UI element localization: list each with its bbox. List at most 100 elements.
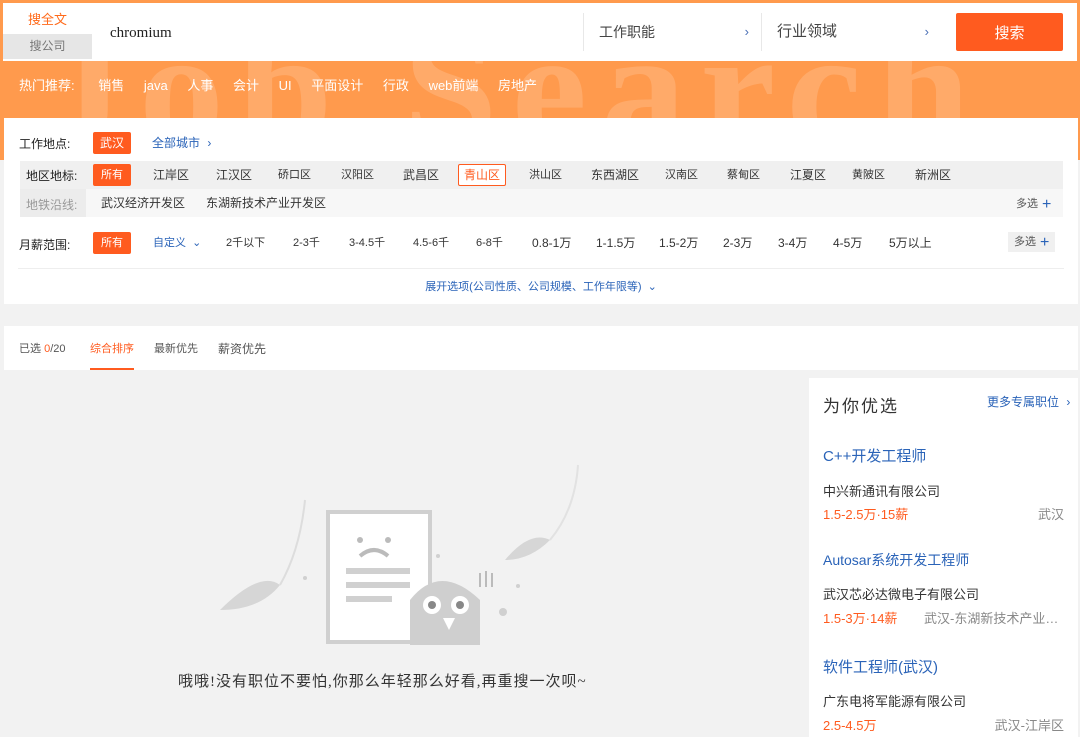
all-cities-label: 全部城市: [152, 136, 201, 150]
job-salary: 1.5-3万·14薪: [823, 611, 898, 626]
job-location: 武汉-东湖新技术产业开发区: [924, 611, 1064, 626]
leaf-left-icon: [220, 580, 280, 610]
sort-salary-tab[interactable]: 薪资优先: [218, 340, 266, 357]
salary-custom-label: 自定义: [153, 237, 186, 249]
divider: [18, 268, 1064, 269]
subway-option[interactable]: 东湖新技术产业开发区: [206, 192, 326, 214]
all-cities-link[interactable]: 全部城市 ›: [152, 132, 211, 154]
district-option[interactable]: 江岸区: [153, 164, 189, 186]
salary-multi-select-button[interactable]: 多选 +: [1008, 232, 1056, 252]
salary-option[interactable]: 1-1.5万: [596, 232, 635, 254]
hot-item[interactable]: java: [144, 78, 168, 93]
hot-recommendations: 热门推荐: 销售 java 人事 会计 UI 平面设计 行政 web前端 房地产: [19, 75, 553, 95]
job-title-link[interactable]: 软件工程师(武汉): [823, 656, 938, 677]
plus-icon: +: [1040, 234, 1050, 251]
job-title-link[interactable]: C++开发工程师: [823, 445, 926, 466]
multi-select-label: 多选: [1014, 236, 1036, 248]
salary-option[interactable]: 1.5-2万: [659, 232, 698, 254]
chevron-right-icon: ›: [1066, 395, 1071, 409]
salary-option[interactable]: 2-3万: [723, 232, 752, 254]
salary-label: 月薪范围:: [19, 238, 71, 252]
expand-options-label: 展开选项(公司性质、公司规模、工作年限等): [425, 281, 642, 293]
selected-count: 已选 0/20: [19, 340, 65, 356]
sort-newest-tab[interactable]: 最新优先: [154, 340, 198, 356]
subway-option[interactable]: 武汉经济开发区: [101, 192, 185, 214]
district-multi-select-button[interactable]: 多选 +: [1010, 194, 1057, 214]
job-salary: 1.5-2.5万·15薪: [823, 507, 909, 522]
job-location: 武汉: [1037, 507, 1064, 522]
hot-label: 热门推荐:: [19, 78, 75, 93]
hot-item[interactable]: 会计: [233, 78, 259, 93]
district-option[interactable]: 东西湖区: [591, 164, 639, 186]
salary-custom-dropdown[interactable]: 自定义 ⌄: [153, 232, 201, 254]
location-label: 工作地点:: [19, 137, 71, 151]
district-selected-tag[interactable]: 青山区: [458, 164, 506, 186]
district-option[interactable]: 洪山区: [529, 164, 562, 186]
district-option[interactable]: 汉阳区: [341, 164, 374, 186]
district-option[interactable]: 黄陂区: [852, 164, 885, 186]
salary-all-tag[interactable]: 所有: [93, 232, 131, 254]
search-mode-fulltext-tab[interactable]: 搜全文: [3, 5, 92, 34]
sort-comprehensive-tab[interactable]: 综合排序: [90, 340, 134, 356]
ghost-icon: [410, 581, 480, 645]
recommended-title: 为你优选: [823, 397, 899, 416]
district-option[interactable]: 江汉区: [216, 164, 252, 186]
sort-bar: 已选 0/20 综合排序 最新优先 薪资优先: [4, 326, 1078, 370]
district-option[interactable]: 武昌区: [403, 164, 439, 186]
subway-label: 地铁沿线:: [26, 198, 78, 212]
salary-option[interactable]: 5万以上: [889, 232, 932, 254]
divider: [761, 13, 762, 51]
salary-option[interactable]: 0.8-1万: [532, 232, 571, 254]
chevron-right-icon: ›: [207, 136, 212, 150]
district-option[interactable]: 汉南区: [665, 164, 698, 186]
active-tab-indicator: [90, 368, 134, 370]
leaf-right-icon: [505, 537, 550, 560]
hot-item[interactable]: web前端: [429, 78, 479, 93]
salary-option[interactable]: 2千以下: [226, 232, 265, 254]
salary-option[interactable]: 3-4.5千: [349, 232, 385, 254]
job-company[interactable]: 中兴新通讯有限公司: [823, 481, 940, 500]
location-active-tag[interactable]: 武汉: [93, 132, 131, 154]
district-option[interactable]: 硚口区: [278, 164, 311, 186]
salary-option[interactable]: 6-8千: [476, 232, 503, 254]
district-option[interactable]: 江夏区: [790, 164, 826, 186]
search-button[interactable]: 搜索: [956, 13, 1063, 51]
search-bar: 搜全文 搜公司 工作职能 › 行业领域 › 搜索: [3, 3, 1077, 61]
multi-select-label: 多选: [1016, 198, 1038, 210]
filter-panel: 工作地点: 武汉 全部城市 › 地区地标: 所有 江岸区 江汉区 硚口区 汉阳区…: [4, 118, 1078, 304]
district-option[interactable]: 蔡甸区: [727, 164, 760, 186]
salary-option[interactable]: 4.5-6千: [413, 232, 449, 254]
district-all-tag[interactable]: 所有: [93, 164, 131, 186]
salary-option[interactable]: 2-3千: [293, 232, 320, 254]
search-input[interactable]: [93, 15, 600, 51]
chevron-right-icon: ›: [924, 24, 929, 39]
salary-option[interactable]: 4-5万: [833, 232, 862, 254]
industry-select-label: 行业领域: [777, 23, 838, 40]
hot-item[interactable]: 房地产: [498, 78, 537, 93]
hot-item[interactable]: 行政: [383, 78, 409, 93]
expand-options-link[interactable]: 展开选项(公司性质、公司规模、工作年限等) ⌄: [4, 278, 1078, 294]
job-company[interactable]: 广东电将军能源有限公司: [823, 691, 966, 710]
hot-item[interactable]: 平面设计: [311, 78, 363, 93]
salary-option[interactable]: 3-4万: [778, 232, 807, 254]
job-company[interactable]: 武汉芯必达微电子有限公司: [823, 584, 979, 603]
chevron-down-icon: ⌄: [192, 237, 202, 249]
hot-item[interactable]: UI: [279, 78, 292, 93]
job-title-link[interactable]: Autosar系统开发工程师: [823, 550, 969, 570]
more-jobs-label: 更多专属职位: [987, 395, 1060, 409]
district-label: 地区地标:: [26, 169, 78, 183]
function-select[interactable]: 工作职能 ›: [599, 3, 749, 61]
search-mode-company-tab[interactable]: 搜公司: [3, 34, 92, 59]
empty-state-message: 哦哦!没有职位不要怕,你那么年轻那么好看,再重搜一次呗~: [178, 674, 587, 690]
more-jobs-link[interactable]: 更多专属职位 ›: [987, 393, 1070, 410]
hot-item[interactable]: 销售: [98, 78, 124, 93]
empty-state-illustration: [220, 464, 579, 645]
hot-item[interactable]: 人事: [187, 78, 213, 93]
industry-select[interactable]: 行业领域 ›: [777, 3, 929, 61]
job-location: 武汉-江岸区: [994, 718, 1064, 733]
job-salary: 2.5-4.5万: [823, 718, 877, 733]
selected-total: /20: [50, 343, 66, 355]
district-option[interactable]: 新洲区: [915, 164, 951, 186]
plus-icon: +: [1042, 196, 1052, 213]
selected-prefix: 已选: [19, 343, 41, 355]
